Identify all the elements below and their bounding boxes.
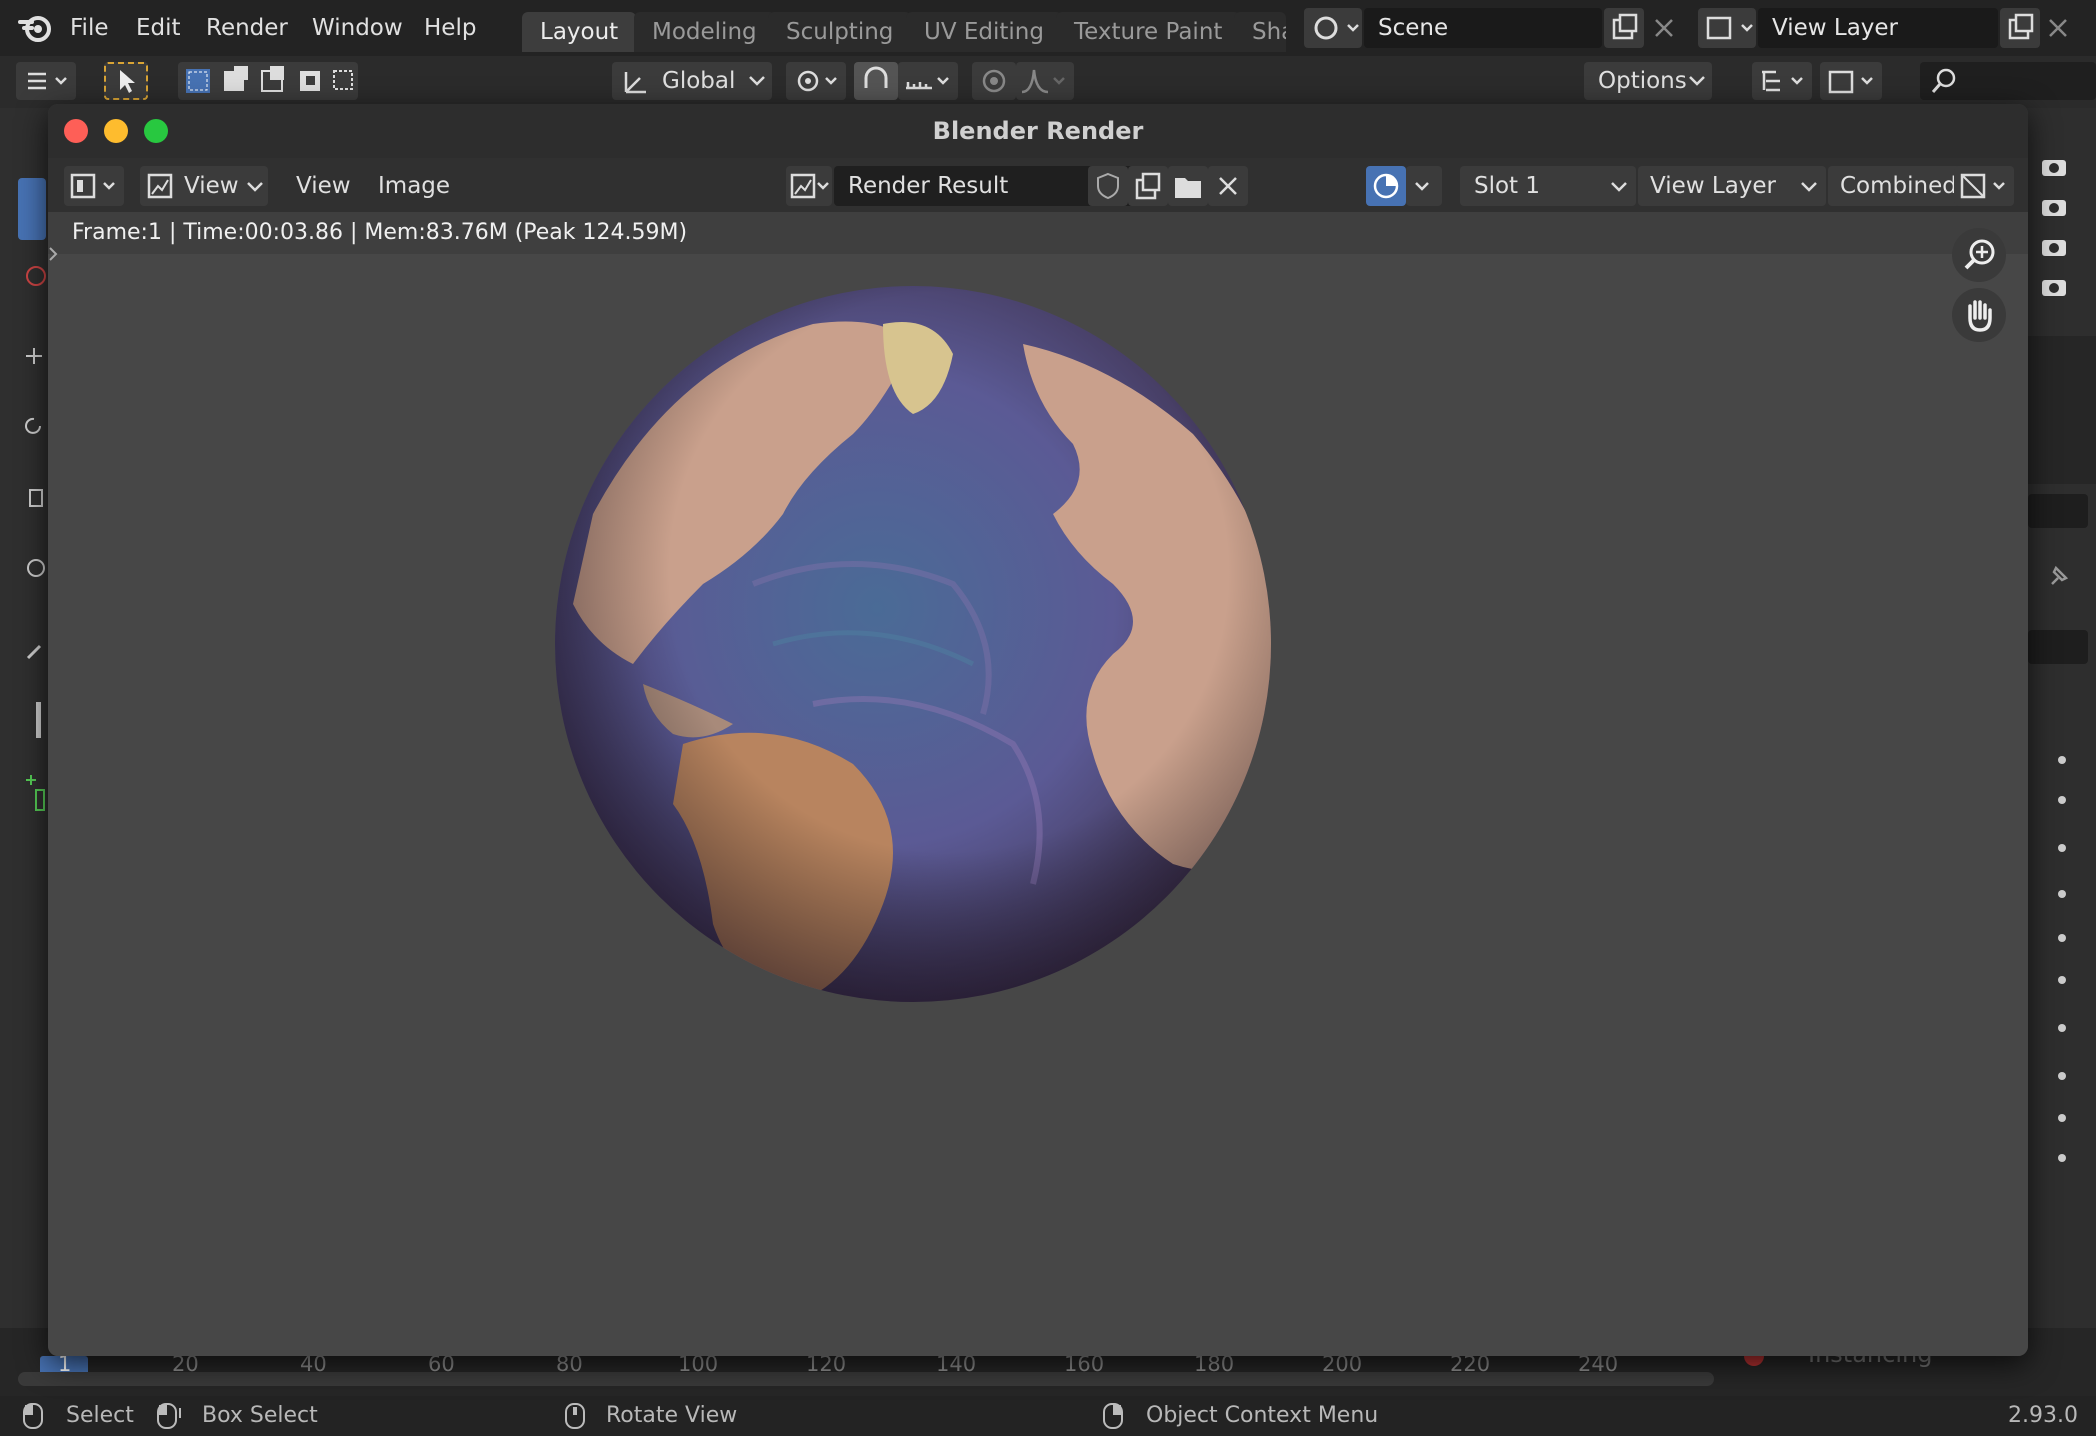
sidebar-toggle-arrow-icon[interactable] [48, 242, 58, 266]
menu-view[interactable]: View [296, 166, 351, 206]
new-image-icon[interactable] [1128, 166, 1168, 206]
render-slot-dropdown[interactable]: Slot 1 [1460, 166, 1636, 206]
menu-image[interactable]: Image [378, 166, 450, 206]
outliner-filter-dropdown[interactable] [1752, 62, 1812, 100]
view-layer-dropdown[interactable]: View Layer [1638, 166, 1826, 206]
menu-file[interactable]: File [70, 0, 109, 56]
scale-tool-icon[interactable] [22, 486, 46, 510]
tab-shading[interactable]: Sha [1234, 12, 1286, 52]
scene-selector-button[interactable] [1304, 8, 1362, 48]
add-cube-tool-icon[interactable] [22, 774, 46, 814]
keyframe-dot[interactable] [2058, 976, 2066, 984]
annotate-tool-icon[interactable] [22, 640, 46, 664]
proportional-falloff-dropdown[interactable] [1016, 62, 1074, 100]
menu-window[interactable]: Window [312, 0, 403, 56]
render-pass-label: Combined [1840, 173, 1957, 199]
snap-target-dropdown[interactable] [898, 62, 958, 100]
pivot-point-dropdown[interactable] [786, 62, 846, 100]
zoom-view-icon[interactable] [1952, 228, 2006, 282]
pan-view-hand-icon[interactable] [1952, 288, 2006, 342]
options-label: Options [1598, 68, 1687, 94]
tab-texture-paint[interactable]: Texture Paint [1056, 12, 1241, 52]
open-image-folder-icon[interactable] [1168, 166, 1208, 206]
timeline-scrollbar[interactable] [18, 1372, 1714, 1386]
fake-user-shield-icon[interactable] [1088, 166, 1128, 206]
image-name-label: Render Result [848, 173, 1009, 199]
status-select: Select [66, 1403, 134, 1428]
transform-orientation-dropdown[interactable]: Global [612, 62, 772, 100]
mouse-left-icon [22, 1402, 44, 1430]
select-tool-icon[interactable] [104, 62, 148, 100]
options-dropdown[interactable]: Options [1584, 62, 1712, 100]
render-camera-icon-3[interactable] [2040, 234, 2070, 258]
keyframe-dot[interactable] [2058, 756, 2066, 764]
display-channels-icon[interactable] [1366, 166, 1406, 206]
display-mode-dropdown[interactable] [1820, 62, 1882, 100]
new-scene-icon[interactable] [1604, 8, 1644, 48]
orientation-label: Global [662, 68, 736, 94]
delete-scene-icon[interactable] [1650, 14, 1678, 42]
tab-layout[interactable]: Layout [522, 12, 637, 52]
keyframe-dot[interactable] [2058, 1024, 2066, 1032]
status-rotate-view: Rotate View [606, 1403, 738, 1428]
window-title: Blender Render [932, 117, 1144, 145]
keyframe-dot[interactable] [2058, 1154, 2066, 1162]
new-view-layer-icon[interactable] [2000, 8, 2040, 48]
measure-tool-icon[interactable] [22, 700, 46, 740]
render-window[interactable]: Blender Render View View Image Render Re… [48, 104, 2028, 1356]
rotate-tool-icon[interactable] [22, 414, 46, 438]
status-box-select: Box Select [202, 1403, 318, 1428]
rendered-earth-globe [553, 284, 1273, 1004]
mode-label: View [184, 173, 239, 199]
keyframe-dot[interactable] [2058, 796, 2066, 804]
cursor-tool-icon[interactable] [22, 264, 46, 288]
render-camera-icon-1[interactable] [2040, 154, 2070, 178]
tab-uv-editing[interactable]: UV Editing [906, 12, 1062, 52]
mouse-middle-icon [564, 1402, 586, 1430]
selection-mode-group [178, 62, 358, 100]
menu-render[interactable]: Render [206, 0, 288, 56]
proportional-edit-icon[interactable] [972, 62, 1016, 100]
outliner-area [2025, 336, 2096, 484]
transform-tool-icon[interactable] [22, 556, 46, 580]
editor-type-button[interactable] [16, 62, 76, 100]
browse-image-button[interactable] [786, 166, 832, 206]
editor-mode-dropdown[interactable]: View [140, 166, 268, 206]
tab-modeling[interactable]: Modeling [634, 12, 775, 52]
snap-toggle-icon[interactable] [854, 62, 898, 100]
search-icon [1931, 68, 1956, 93]
view-layer-selector-button[interactable] [1698, 8, 1756, 48]
tab-sculpting[interactable]: Sculpting [768, 12, 912, 52]
render-camera-icon-2[interactable] [2040, 194, 2070, 218]
properties-field[interactable] [2028, 630, 2088, 664]
menu-edit[interactable]: Edit [136, 0, 181, 56]
keyframe-dot[interactable] [2058, 934, 2066, 942]
delete-view-layer-icon[interactable] [2044, 14, 2072, 42]
move-tool-icon[interactable] [22, 344, 46, 368]
scene-name-field[interactable]: Scene [1364, 8, 1602, 48]
pin-icon[interactable] [2044, 560, 2074, 590]
mouse-drag-icon [156, 1402, 186, 1430]
keyframe-dot[interactable] [2058, 1114, 2066, 1122]
active-tool-indicator [18, 178, 46, 240]
keyframe-dot[interactable] [2058, 890, 2066, 898]
outliner-search-input[interactable] [1920, 62, 2096, 100]
render-camera-icon-4[interactable] [2040, 274, 2070, 298]
frame-info-text: Frame:1 | Time:00:03.86 | Mem:83.76M (Pe… [72, 220, 688, 245]
editor-type-button[interactable] [64, 166, 124, 206]
keyframe-dot[interactable] [2058, 1072, 2066, 1080]
status-context-menu: Object Context Menu [1146, 1403, 1379, 1428]
mouse-right-icon [1102, 1402, 1124, 1430]
unlink-image-icon[interactable] [1208, 166, 1248, 206]
slot-label: Slot 1 [1474, 173, 1541, 199]
display-channels-dropdown[interactable] [1406, 166, 1442, 206]
keyframe-dot[interactable] [2058, 844, 2066, 852]
blender-logo-icon[interactable] [18, 12, 52, 44]
properties-search-field[interactable] [2028, 494, 2088, 528]
view-layer-label: View Layer [1650, 173, 1777, 199]
version-label: 2.93.0 [2008, 1403, 2078, 1428]
menu-help[interactable]: Help [424, 0, 476, 56]
view-layer-name-field[interactable]: View Layer [1758, 8, 1998, 48]
gizmo-toggle-dropdown[interactable] [1954, 166, 2014, 206]
